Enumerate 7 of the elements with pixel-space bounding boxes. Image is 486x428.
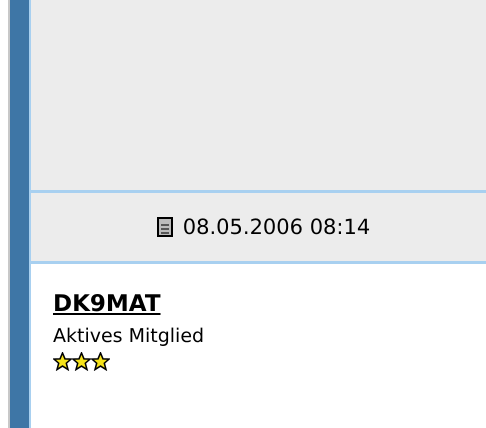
star-icon xyxy=(72,352,91,371)
star-icon xyxy=(53,352,72,371)
star-icon xyxy=(91,352,110,371)
username-link[interactable]: DK9MAT xyxy=(53,289,161,319)
post-date: 08.05.2006 08:14 xyxy=(182,215,370,239)
document-icon xyxy=(156,217,173,237)
user-rank: Aktives Mitglied xyxy=(53,324,204,349)
